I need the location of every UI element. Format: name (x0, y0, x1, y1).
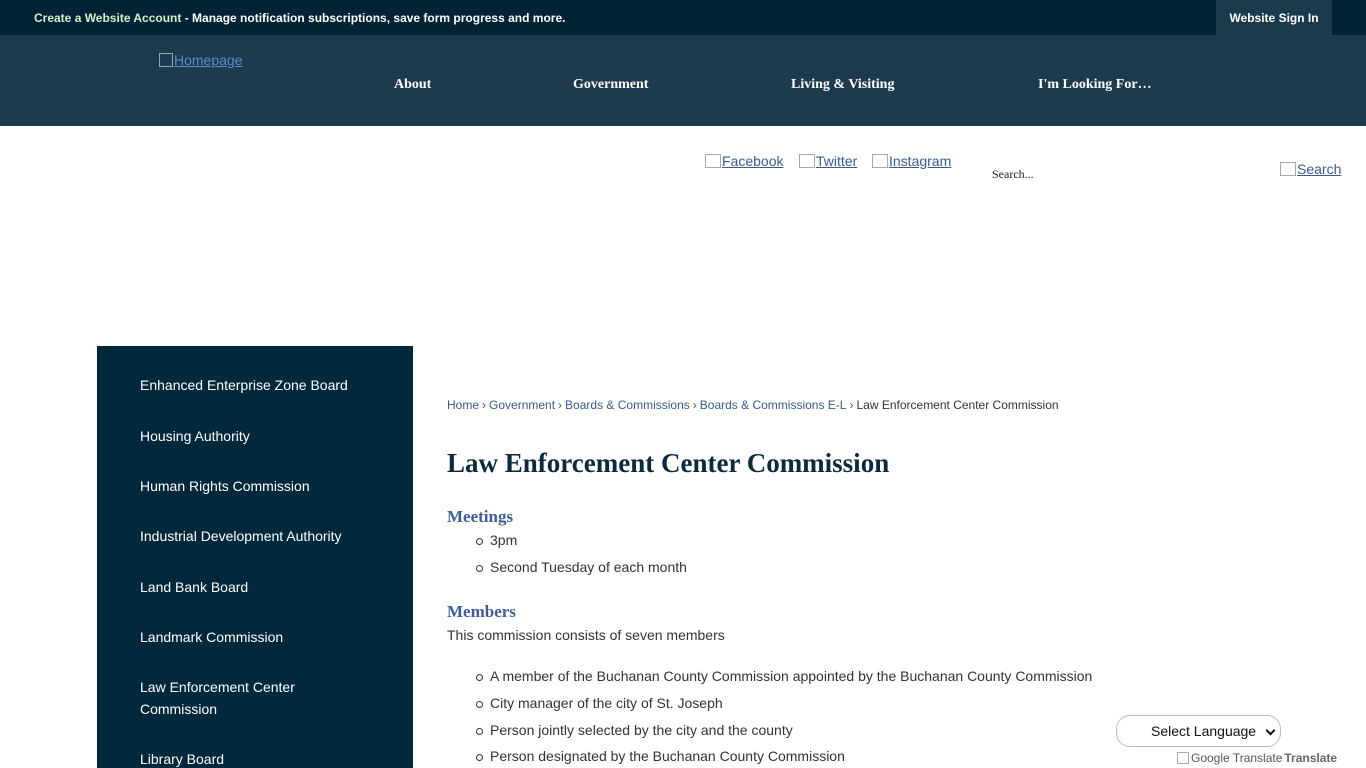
sidebar-item-enhanced-enterprise-zone-board[interactable]: Enhanced Enterprise Zone Board (140, 374, 380, 396)
sidebar-nav: Enhanced Enterprise Zone Board Housing A… (97, 346, 413, 768)
create-account-link[interactable]: Create a Website Account (34, 11, 181, 25)
sidebar-item-law-enforcement-center-commission[interactable]: Law Enforcement Center Commission (140, 676, 340, 720)
search-button-alt: Search (1297, 161, 1342, 177)
breadcrumb-current: Law Enforcement Center Commission (856, 398, 1059, 412)
homepage-logo-link[interactable]: Homepage (159, 52, 243, 68)
twitter-link[interactable]: Twitter (799, 153, 857, 169)
search-button[interactable]: Search (1280, 161, 1341, 177)
sidebar-item-industrial-development-authority[interactable]: Industrial Development Authority (140, 525, 380, 547)
breadcrumb-boards-commissions-e-l[interactable]: Boards & Commissions E-L (700, 398, 847, 412)
list-item: Second Tuesday of each month (476, 559, 687, 575)
facebook-alt: Facebook (722, 153, 784, 169)
homepage-logo-alt: Homepage (174, 52, 243, 68)
list-item: Person designated by the Buchanan County… (476, 748, 845, 764)
top-utility-bar: Create a Website Account - Manage notifi… (0, 0, 1366, 35)
facebook-icon (705, 154, 721, 168)
list-item: Person jointly selected by the city and … (476, 722, 793, 738)
sidebar-item-human-rights-commission[interactable]: Human Rights Commission (140, 475, 380, 497)
instagram-alt: Instagram (889, 153, 952, 169)
twitter-alt: Twitter (816, 153, 858, 169)
search-input[interactable] (990, 164, 1250, 184)
sidebar-item-library-board[interactable]: Library Board (140, 748, 380, 768)
breadcrumb-government[interactable]: Government (489, 398, 555, 412)
breadcrumb: Home › Government › Boards & Commissions › Boa… (447, 398, 1059, 412)
list-item: 3pm (475, 532, 518, 548)
sidebar-item-land-bank-board[interactable]: Land Bank Board (140, 576, 380, 598)
site-header: Homepage About Government Living & Visit… (0, 35, 1366, 126)
breadcrumb-separator: › (558, 398, 563, 412)
language-select-label: Select Language (1151, 723, 1257, 739)
twitter-icon (799, 154, 815, 168)
breadcrumb-home[interactable]: Home (447, 398, 479, 412)
members-intro: This commission consists of seven member… (447, 627, 725, 643)
sidebar-item-housing-authority[interactable]: Housing Authority (140, 425, 380, 447)
google-translate-credit: Google Translate Translate (1177, 751, 1337, 765)
nav-looking-for[interactable]: I'm Looking For… (1038, 77, 1152, 93)
list-item: A member of the Buchanan County Commissi… (475, 668, 1093, 684)
broken-image-icon (159, 53, 173, 67)
breadcrumb-separator: › (849, 398, 854, 412)
instagram-link[interactable]: Instagram (872, 153, 951, 169)
instagram-icon (872, 154, 888, 168)
chevron-down-icon (1265, 725, 1276, 736)
breadcrumb-separator: › (692, 398, 697, 412)
nav-living-visiting[interactable]: Living & Visiting (791, 77, 894, 93)
breadcrumb-separator: › (482, 398, 487, 412)
meetings-heading: Meetings (447, 507, 514, 526)
nav-about[interactable]: About (394, 77, 431, 93)
website-sign-in-button[interactable]: Website Sign In (1216, 0, 1332, 35)
nav-government[interactable]: Government (573, 77, 648, 93)
account-message: Create a Website Account - Manage notifi… (34, 11, 565, 25)
search-icon (1280, 162, 1296, 176)
language-select[interactable]: Select Language (1116, 715, 1281, 747)
facebook-link[interactable]: Facebook (705, 153, 783, 169)
page-title: Law Enforcement Center Commission (447, 448, 890, 478)
google-translate-alt: Google Translate (1191, 751, 1283, 765)
sidebar-item-landmark-commission[interactable]: Landmark Commission (140, 626, 380, 648)
translate-link[interactable]: Translate (1284, 751, 1337, 765)
members-heading: Members (447, 602, 516, 621)
breadcrumb-boards-commissions[interactable]: Boards & Commissions (565, 398, 690, 412)
google-translate-icon (1177, 752, 1189, 764)
account-message-text: - Manage notification subscriptions, sav… (181, 11, 566, 25)
list-item: City manager of the city of St. Joseph (476, 695, 723, 711)
